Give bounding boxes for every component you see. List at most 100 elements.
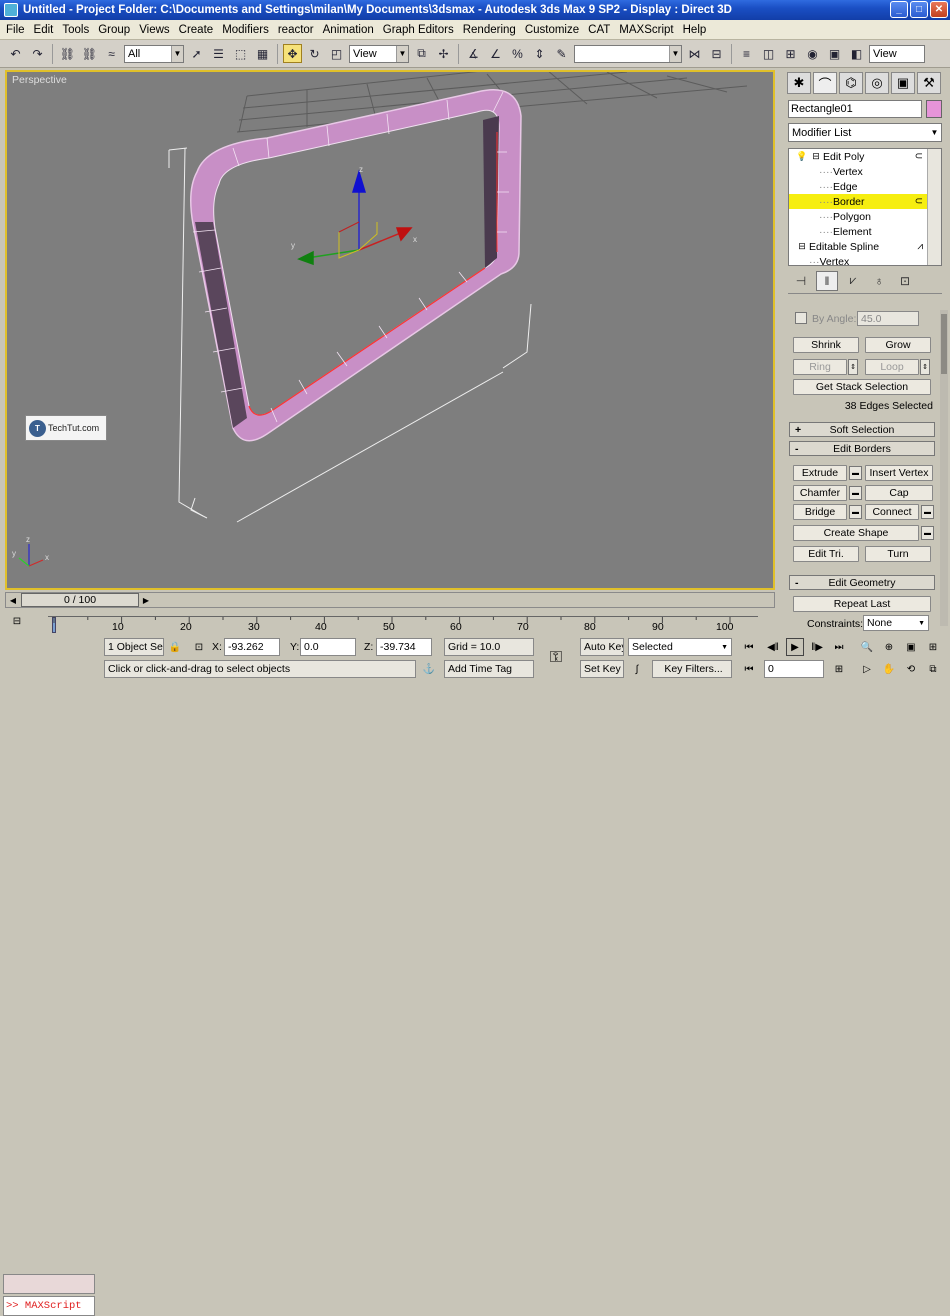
select-and-rotate-icon[interactable]: ↻ bbox=[305, 44, 324, 63]
create-shape-button[interactable]: Create Shape bbox=[793, 525, 919, 541]
reference-coord-dropdown[interactable]: View ▼ bbox=[349, 44, 409, 63]
remove-modifier-icon[interactable]: ♁ bbox=[868, 271, 890, 291]
loop-button[interactable]: Loop bbox=[865, 359, 919, 375]
panel-scrollbar[interactable] bbox=[940, 310, 948, 626]
repeat-last-button[interactable]: Repeat Last bbox=[793, 596, 931, 612]
menu-maxscript[interactable]: MAXScript bbox=[619, 24, 673, 36]
loop-spinner[interactable]: ⇕ bbox=[920, 359, 930, 375]
menu-group[interactable]: Group bbox=[98, 24, 130, 36]
set-key-mode-icon[interactable]: ⚿ bbox=[542, 646, 570, 670]
curve-editor-icon[interactable]: ◫ bbox=[759, 44, 778, 63]
auto-key-button[interactable]: Auto Key bbox=[580, 638, 624, 656]
go-to-start-icon[interactable]: ⏮ bbox=[740, 638, 758, 656]
minimize-icon[interactable]: _ bbox=[890, 1, 908, 18]
mirror-icon[interactable]: ⋈ bbox=[685, 44, 704, 63]
create-shape-settings-icon[interactable]: ▬ bbox=[921, 526, 934, 540]
time-tag-icon[interactable]: ⚓ bbox=[420, 660, 438, 678]
add-time-tag-button[interactable]: Add Time Tag bbox=[444, 660, 534, 678]
ring-button[interactable]: Ring bbox=[793, 359, 847, 375]
ring-spinner[interactable]: ⇕ bbox=[848, 359, 858, 375]
select-object-icon[interactable]: ➚ bbox=[187, 44, 206, 63]
by-angle-spinner[interactable]: 45.0 bbox=[857, 311, 919, 326]
previous-frame-icon[interactable]: ◀‖ bbox=[764, 638, 782, 656]
collapse-icon[interactable]: ⊟ bbox=[809, 151, 823, 162]
next-frame-icon[interactable]: ‖▶ bbox=[808, 638, 826, 656]
utilities-icon[interactable]: ⚒ bbox=[917, 72, 941, 94]
constraints-dropdown[interactable]: None ▼ bbox=[863, 615, 929, 631]
menu-animation[interactable]: Animation bbox=[323, 24, 374, 36]
zoom-extents-icon[interactable]: ▣ bbox=[902, 638, 920, 656]
stack-item-polygon[interactable]: ···· Polygon bbox=[789, 209, 941, 224]
chamfer-button[interactable]: Chamfer bbox=[793, 485, 847, 501]
prev-frame-arrow-icon[interactable]: ◀ bbox=[7, 593, 19, 607]
create-icon[interactable]: ✱ bbox=[787, 72, 811, 94]
rect-selection-region-icon[interactable]: ⬚ bbox=[231, 44, 250, 63]
extrude-button[interactable]: Extrude bbox=[793, 465, 847, 481]
percent-snap-icon[interactable]: % bbox=[508, 44, 527, 63]
redo-icon[interactable]: ↷ bbox=[28, 44, 47, 63]
angle-snap-icon[interactable]: ∠ bbox=[486, 44, 505, 63]
grow-button[interactable]: Grow bbox=[865, 337, 931, 353]
object-color-swatch[interactable] bbox=[926, 100, 942, 118]
zoom-extents-all-icon[interactable]: ⊞ bbox=[924, 638, 942, 656]
soft-selection-rollout[interactable]: + Soft Selection bbox=[789, 422, 935, 437]
pivot-center-icon[interactable]: ⧉ bbox=[412, 44, 431, 63]
make-unique-icon[interactable]: ⩗ bbox=[842, 271, 864, 291]
select-and-move-icon[interactable]: ✥ bbox=[283, 44, 302, 63]
stack-item-vertex[interactable]: ···· Vertex bbox=[789, 164, 941, 179]
undo-icon[interactable]: ↶ bbox=[6, 44, 25, 63]
quick-render-icon[interactable]: ◧ bbox=[847, 44, 866, 63]
field-of-view-icon[interactable]: ▷ bbox=[858, 660, 876, 678]
by-angle-checkbox[interactable] bbox=[795, 312, 807, 324]
z-coordinate-field[interactable]: -39.734 bbox=[376, 638, 432, 656]
pan-view-icon[interactable]: ✋ bbox=[880, 660, 898, 678]
menu-modifiers[interactable]: Modifiers bbox=[222, 24, 269, 36]
y-coordinate-field[interactable]: 0.0 bbox=[300, 638, 356, 656]
menu-rendering[interactable]: Rendering bbox=[463, 24, 516, 36]
stack-item-spline-vertex[interactable]: ··· Vertex bbox=[789, 254, 941, 266]
play-icon[interactable]: ▶ bbox=[786, 638, 804, 656]
bridge-settings-icon[interactable]: ▬ bbox=[849, 505, 862, 519]
maximize-icon[interactable]: □ bbox=[910, 1, 928, 18]
manipulate-icon[interactable]: ✢ bbox=[434, 44, 453, 63]
stack-item-editable-spline[interactable]: ⊟ Editable Spline ⩘ bbox=[789, 239, 941, 254]
time-configuration-icon[interactable]: ⊞ bbox=[830, 660, 848, 678]
stack-item-border[interactable]: ···· Border ⊂ bbox=[789, 194, 941, 209]
zoom-all-icon[interactable]: ⊕ bbox=[880, 638, 898, 656]
bridge-button[interactable]: Bridge bbox=[793, 504, 847, 520]
menu-customize[interactable]: Customize bbox=[525, 24, 579, 36]
align-icon[interactable]: ⊟ bbox=[707, 44, 726, 63]
close-icon[interactable]: ✕ bbox=[930, 1, 948, 18]
render-setup-icon[interactable]: ▣ bbox=[825, 44, 844, 63]
edit-geometry-rollout[interactable]: - Edit Geometry bbox=[789, 575, 935, 590]
maxscript-listener-input[interactable] bbox=[3, 1274, 95, 1294]
stack-scrollbar[interactable] bbox=[927, 149, 941, 265]
bulb-icon[interactable]: 💡 bbox=[795, 151, 809, 162]
material-editor-icon[interactable]: ◉ bbox=[803, 44, 822, 63]
x-coordinate-field[interactable]: -93.262 bbox=[224, 638, 280, 656]
display-icon[interactable]: ▣ bbox=[891, 72, 915, 94]
arc-rotate-icon[interactable]: ⟲ bbox=[902, 660, 920, 678]
extrude-settings-icon[interactable]: ▬ bbox=[849, 466, 862, 480]
next-frame-arrow-icon[interactable]: ▶ bbox=[140, 593, 152, 607]
key-curve-icon[interactable]: ∫ bbox=[628, 660, 646, 678]
perspective-viewport[interactable]: Perspective z x y z x y T TechTut.com bbox=[5, 70, 775, 590]
chamfer-settings-icon[interactable]: ▬ bbox=[849, 486, 862, 500]
named-selection-dropdown[interactable]: ▼ bbox=[574, 44, 682, 63]
connect-settings-icon[interactable]: ▬ bbox=[921, 505, 934, 519]
scrollbar-thumb[interactable] bbox=[941, 314, 947, 374]
edit-borders-rollout[interactable]: - Edit Borders bbox=[789, 441, 935, 456]
current-frame-field[interactable]: 0 bbox=[764, 660, 824, 678]
modify-icon[interactable]: ⌒ bbox=[813, 72, 837, 94]
motion-icon[interactable]: ◎ bbox=[865, 72, 889, 94]
layer-manager-icon[interactable]: ≡ bbox=[737, 44, 756, 63]
zoom-icon[interactable]: 🔍 bbox=[858, 638, 876, 656]
insert-vertex-button[interactable]: Insert Vertex bbox=[865, 465, 933, 481]
connect-button[interactable]: Connect bbox=[865, 504, 919, 520]
lock-selection-icon[interactable]: 🔒 bbox=[166, 638, 184, 656]
menu-file[interactable]: File bbox=[6, 24, 25, 36]
menu-help[interactable]: Help bbox=[683, 24, 707, 36]
select-and-link-icon[interactable]: ⛓ bbox=[58, 44, 77, 63]
bind-space-warp-icon[interactable]: ≈ bbox=[102, 44, 121, 63]
key-mode-dropdown[interactable]: Selected ▼ bbox=[628, 638, 732, 656]
